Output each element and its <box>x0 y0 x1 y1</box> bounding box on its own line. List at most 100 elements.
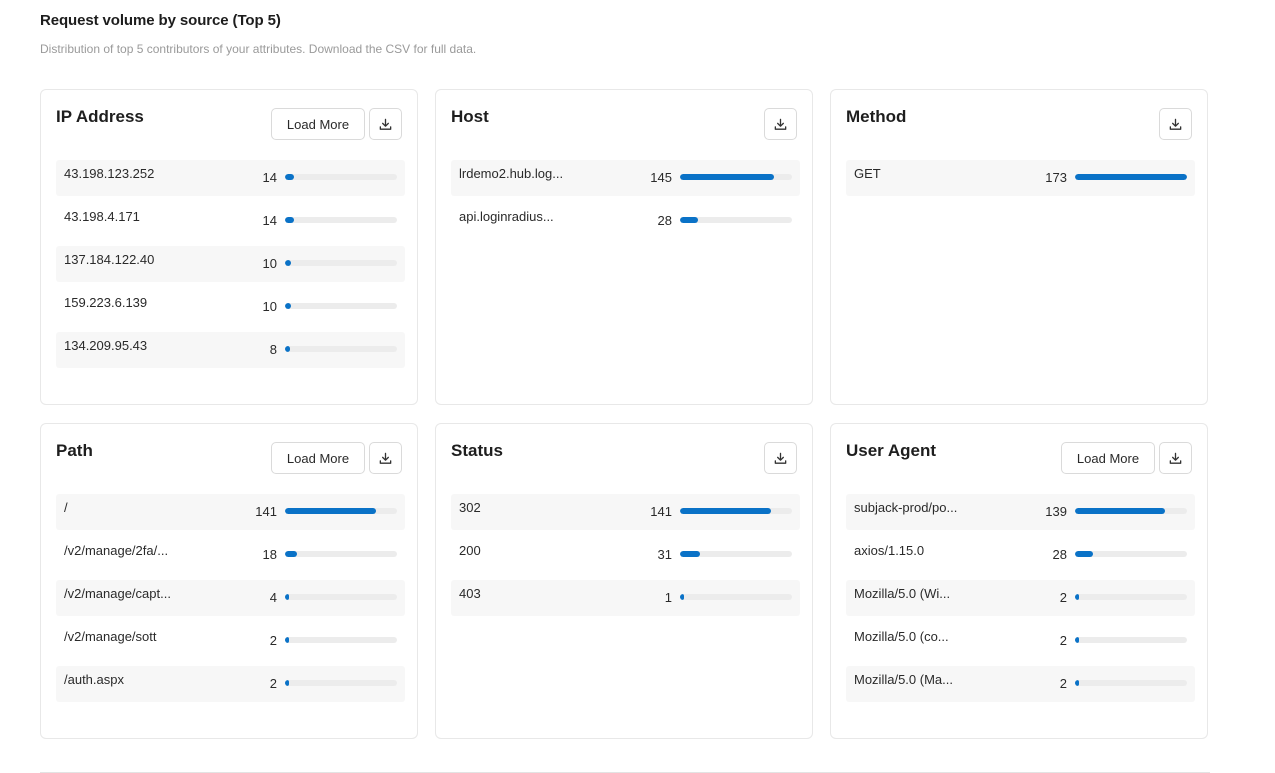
volume-bar-fill <box>1075 680 1079 686</box>
list-item: 43.198.4.171 14 <box>56 203 405 239</box>
item-count: 1 <box>664 590 672 605</box>
item-count: 2 <box>269 676 277 691</box>
card-title: Host <box>451 107 489 126</box>
card-host: Host lrdemo2.hub.log... 145 api.loginradius… <box>435 89 813 405</box>
download-icon <box>1168 451 1183 466</box>
volume-bar-track <box>1075 637 1187 643</box>
card-path: Path Load More / 141/v2/manage/2fa/... 18/v2… <box>40 423 418 739</box>
item-label: GET <box>854 166 881 181</box>
download-button[interactable] <box>369 108 402 140</box>
list-item: 134.209.95.43 8 <box>56 332 405 368</box>
item-label: Mozilla/5.0 (Ma... <box>854 672 953 687</box>
volume-bar-fill <box>285 174 294 180</box>
volume-bar-fill <box>285 346 290 352</box>
item-label: 302 <box>459 500 481 515</box>
download-button[interactable] <box>1159 108 1192 140</box>
contributor-list: lrdemo2.hub.log... 145 api.loginradius... 2… <box>451 160 800 246</box>
volume-bar-fill <box>285 637 289 643</box>
list-item: /auth.aspx 2 <box>56 666 405 702</box>
volume-bar-track <box>285 303 397 309</box>
volume-bar-fill <box>680 594 684 600</box>
page-subtitle: Distribution of top 5 contributors of yo… <box>40 42 477 56</box>
volume-bar-track <box>285 594 397 600</box>
item-label: /v2/manage/2fa/... <box>64 543 169 558</box>
volume-bar-fill <box>1075 551 1093 557</box>
volume-bar-fill <box>680 174 774 180</box>
item-count: 173 <box>1045 170 1067 185</box>
list-item: /v2/manage/2fa/... 18 <box>56 537 405 573</box>
card-status: Status 302 141 200 31 403 1 <box>435 423 813 739</box>
volume-bar-track <box>285 346 397 352</box>
list-item: 43.198.123.252 14 <box>56 160 405 196</box>
volume-bar-track <box>1075 174 1187 180</box>
item-label: 137.184.122.40 <box>64 252 155 267</box>
item-count: 8 <box>269 342 277 357</box>
contributor-list: / 141/v2/manage/2fa/... 18/v2/manage/capt.… <box>56 494 405 709</box>
volume-bar-track <box>285 637 397 643</box>
item-count: 2 <box>1059 590 1067 605</box>
item-label: /v2/manage/sott <box>64 629 157 644</box>
item-count: 10 <box>262 256 277 271</box>
contributor-list: 43.198.123.252 14 43.198.4.171 14 137.184.12… <box>56 160 405 375</box>
volume-bar-fill <box>680 217 698 223</box>
download-icon <box>773 451 788 466</box>
volume-bar-track <box>1075 508 1187 514</box>
item-count: 14 <box>262 170 277 185</box>
list-item: 137.184.122.40 10 <box>56 246 405 282</box>
item-label: subjack-prod/po... <box>854 500 958 515</box>
volume-bar-track <box>285 551 397 557</box>
volume-bar-fill <box>285 217 294 223</box>
load-more-button[interactable]: Load More <box>271 108 365 140</box>
volume-bar-track <box>1075 594 1187 600</box>
item-count: 4 <box>269 590 277 605</box>
contributor-list: 302 141 200 31 403 1 <box>451 494 800 623</box>
item-label: lrdemo2.hub.log... <box>459 166 564 181</box>
item-label: Mozilla/5.0 (co... <box>854 629 949 644</box>
download-button[interactable] <box>1159 442 1192 474</box>
volume-bar-fill <box>285 551 297 557</box>
item-count: 2 <box>1059 676 1067 691</box>
item-label: api.loginradius... <box>459 209 554 224</box>
load-more-button[interactable]: Load More <box>1061 442 1155 474</box>
list-item: / 141 <box>56 494 405 530</box>
download-button[interactable] <box>764 442 797 474</box>
item-count: 141 <box>650 504 672 519</box>
volume-bar-track <box>680 508 792 514</box>
item-count: 28 <box>1052 547 1067 562</box>
contributor-list: subjack-prod/po... 139 axios/1.15.0 28 Mozil… <box>846 494 1195 709</box>
volume-bar-fill <box>1075 174 1187 180</box>
list-item: axios/1.15.0 28 <box>846 537 1195 573</box>
list-item: /v2/manage/capt... 4 <box>56 580 405 616</box>
list-item: Mozilla/5.0 (co... 2 <box>846 623 1195 659</box>
item-label: 200 <box>459 543 481 558</box>
item-count: 28 <box>657 213 672 228</box>
item-label: 403 <box>459 586 481 601</box>
volume-bar-fill <box>1075 594 1079 600</box>
item-label: / <box>64 500 68 515</box>
download-icon <box>1168 117 1183 132</box>
item-count: 2 <box>1059 633 1067 648</box>
item-label: Mozilla/5.0 (Wi... <box>854 586 951 601</box>
card-title: Path <box>56 441 93 460</box>
volume-bar-track <box>285 217 397 223</box>
item-count: 10 <box>262 299 277 314</box>
volume-bar-fill <box>680 551 700 557</box>
download-icon <box>773 117 788 132</box>
download-button[interactable] <box>764 108 797 140</box>
card-method: Method GET 173 <box>830 89 1208 405</box>
download-button[interactable] <box>369 442 402 474</box>
volume-bar-track <box>1075 680 1187 686</box>
list-item: /v2/manage/sott 2 <box>56 623 405 659</box>
item-count: 14 <box>262 213 277 228</box>
volume-bar-track <box>680 594 792 600</box>
volume-bar-track <box>680 217 792 223</box>
list-item: api.loginradius... 28 <box>451 203 800 239</box>
load-more-button[interactable]: Load More <box>271 442 365 474</box>
volume-bar-fill <box>285 260 291 266</box>
item-count: 18 <box>262 547 277 562</box>
card-title: Method <box>846 107 907 126</box>
volume-bar-fill <box>285 594 289 600</box>
item-count: 141 <box>255 504 277 519</box>
page-title: Request volume by source (Top 5) <box>40 12 281 29</box>
volume-bar-fill <box>1075 637 1079 643</box>
